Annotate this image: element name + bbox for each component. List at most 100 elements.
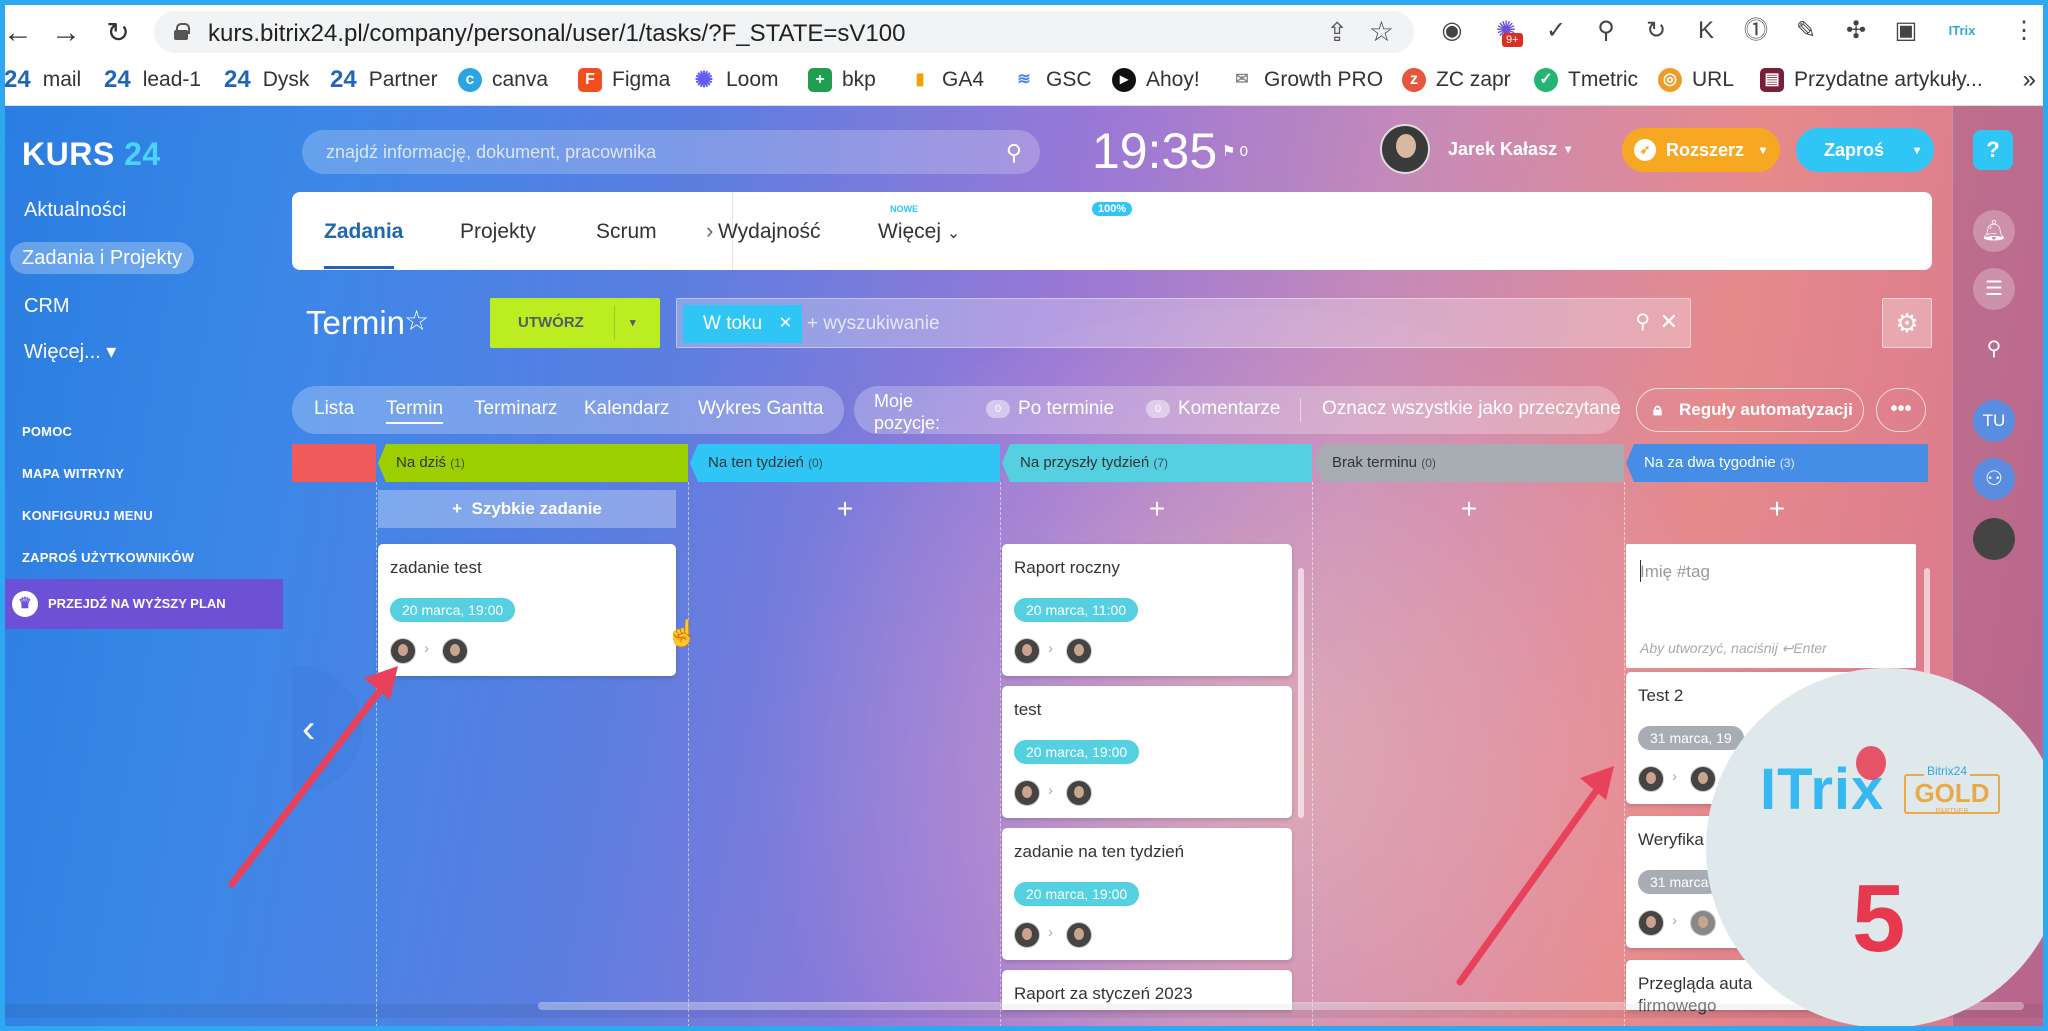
creator-avatar[interactable] [1638,910,1664,936]
side-panel-icon[interactable]: ▣ [1890,15,1922,47]
bookmark-item[interactable]: ▮ GA4 [908,66,984,94]
column-header-today[interactable]: Na dziś (1) [378,444,688,482]
menu-sitemap-link[interactable]: MAPA WITRYNY [22,466,124,481]
remove-chip-icon[interactable]: ✕ [779,305,792,343]
add-task-plus-icon[interactable]: + [1626,490,1928,528]
bookmark-item[interactable]: ≋ GSC [1012,66,1091,94]
column-header-this-week[interactable]: Na ten tydzień (0) [690,444,1000,482]
creator-avatar[interactable] [1014,780,1040,806]
share-icon[interactable]: ⇪ [1326,17,1348,48]
filter-chip[interactable]: W toku ✕ [683,305,803,343]
extension-pen-icon[interactable]: ✎ [1790,15,1822,47]
creator-avatar[interactable] [1014,922,1040,948]
bookmark-item[interactable]: 24 Dysk [224,66,309,94]
bookmark-item[interactable]: ✓ Tmetric [1534,66,1638,94]
group-chat-icon[interactable]: ⚇ [1973,458,2015,500]
bookmark-item[interactable]: z ZC zapr [1402,66,1511,94]
user-tu-avatar[interactable]: TU [1973,400,2015,442]
clock[interactable]: 19:35 [1092,122,1217,180]
tab-wiecej[interactable]: Więcej ⌄ [878,220,960,244]
bookmark-item[interactable]: + bkp [808,66,876,94]
user-menu[interactable]: Jarek Kałasz ▾ [1380,122,1571,176]
mark-all-read-link[interactable]: Oznacz wszystkie jako przeczytane [1322,398,1621,420]
tab-projekty[interactable]: Projekty [460,220,536,244]
bookmark-item[interactable]: F Figma [578,66,670,94]
notifications-bell-icon[interactable]: 🔔︎ [1973,210,2015,252]
extensions-puzzle-icon[interactable]: ✣ [1840,15,1872,47]
tab-wydajnosc[interactable]: Wydajność [718,220,821,244]
extension-refresh-icon[interactable]: ↻ [1640,15,1672,47]
tab-zadania[interactable]: Zadania [324,220,403,244]
upgrade-plan-button[interactable]: ♛ PRZEJDŹ NA WYŻSZY PLAN [0,579,283,629]
responsible-avatar[interactable] [1690,766,1716,792]
zapros-button[interactable]: Zaproś ▾ [1796,128,1934,172]
rozszerz-button[interactable]: ➶ Rozszerz ▾ [1622,128,1780,172]
counter-po-terminie[interactable]: 0 Po terminie [986,398,1114,420]
column-header-no-deadline[interactable]: Brak terminu (0) [1314,444,1624,482]
extension-password-icon[interactable]: ⓵ [1740,15,1772,47]
column-header-two-weeks[interactable]: Na za dwa tygodnie (3) [1626,444,1928,482]
counter-komentarze[interactable]: 0 Komentarze [1146,398,1280,420]
view-terminarz[interactable]: Terminarz [474,398,557,420]
bookmarks-more-icon[interactable]: » [2023,66,2036,94]
help-button[interactable]: ? [1973,130,2013,170]
search-icon[interactable]: ⚲ [1973,328,2015,370]
bookmark-item[interactable]: ✉ Growth PRO [1230,66,1383,94]
scroll-left-chevron-icon[interactable]: ‹ [292,666,362,792]
flag-counter[interactable]: ⚑ 0 [1222,142,1248,160]
responsible-avatar[interactable] [1066,780,1092,806]
chevron-down-icon[interactable]: ▾ [630,298,636,348]
tab-scrum[interactable]: Scrum [596,220,657,244]
task-deadline-badge[interactable]: 20 marca, 19:00 [1014,882,1140,906]
portal-search-input[interactable]: znajdź informację, dokument, pracownika … [302,130,1040,174]
menu-item-zadania[interactable]: Zadania i Projekty [10,242,195,274]
itrix-extension-icon[interactable]: ITrix [1946,15,1978,47]
task-deadline-badge[interactable]: 20 marca, 19:00 [1014,740,1140,764]
bookmark-item[interactable]: 24 Partner [330,66,438,94]
add-task-plus-icon[interactable]: + [1314,490,1624,528]
creator-avatar[interactable] [1014,638,1040,664]
menu-item-aktualnosci[interactable]: Aktualności [12,194,138,226]
portal-logo[interactable]: KURS 24 [22,136,161,173]
bookmark-item[interactable]: 24 mail [4,66,81,94]
responsible-avatar[interactable] [1066,638,1092,664]
bookmark-item[interactable]: ✺ Loom [692,66,779,94]
creator-avatar[interactable] [1638,766,1664,792]
browser-menu-icon[interactable]: ⋮ [2008,15,2040,47]
settings-gear-button[interactable]: ⚙ [1882,298,1932,348]
extension-circle-icon[interactable]: ◉ [1436,15,1468,47]
task-card[interactable]: Raport roczny 20 marca, 11:00 › [1002,544,1292,676]
menu-item-crm[interactable]: CRM [12,290,82,322]
task-deadline-badge[interactable]: 31 marca, 19 [1638,726,1744,750]
favorite-star-icon[interactable]: ☆ [404,304,429,337]
menu-configure-link[interactable]: KONFIGURUJ MENU [22,508,153,523]
bookmark-item[interactable]: ▸ Ahoy! [1112,66,1200,94]
view-kalendarz[interactable]: Kalendarz [584,398,670,420]
bookmark-item[interactable]: ▤ Przydatne artykuły... [1760,66,1983,94]
menu-item-wiecej[interactable]: Więcej... ▾ [12,336,128,368]
column-scrollbar[interactable] [1298,568,1304,818]
creator-avatar[interactable] [390,638,416,664]
more-options-button[interactable]: ••• [1876,388,1926,432]
view-gantt[interactable]: Wykres Gantta [698,398,823,420]
extension-k-icon[interactable]: K [1690,15,1722,47]
bookmark-item[interactable]: ◎ URL [1658,66,1734,94]
bookmark-star-icon[interactable]: ☆ [1369,15,1394,48]
back-icon[interactable]: ← [0,15,36,51]
bookmark-item[interactable]: c canva [458,66,548,94]
add-task-plus-icon[interactable]: + [1002,490,1312,528]
responsible-avatar[interactable] [1690,910,1716,936]
user-avatar-small[interactable] [1973,518,2015,560]
extension-gear-icon[interactable]: ✺ 9+ [1490,15,1523,47]
new-task-input[interactable]: Imię #tag Aby utworzyć, naciśnij ↩Enter [1626,544,1916,668]
bookmark-item[interactable]: 24 lead-1 [104,66,201,94]
task-card[interactable]: test 20 marca, 19:00 › [1002,686,1292,818]
responsible-avatar[interactable] [442,638,468,664]
column-header-next-week[interactable]: Na przyszły tydzień (7) [1002,444,1312,482]
filter-search-input[interactable]: W toku ✕ + wyszukiwanie ⚲ ✕ [676,298,1691,348]
search-icon[interactable]: ⚲ [1635,309,1650,334]
task-deadline-badge[interactable]: 20 marca, 11:00 [1014,598,1139,622]
add-task-plus-icon[interactable]: + [690,490,1000,528]
menu-help-link[interactable]: POMOC [22,424,72,439]
create-task-button[interactable]: UTWÓRZ ▾ [490,298,660,348]
